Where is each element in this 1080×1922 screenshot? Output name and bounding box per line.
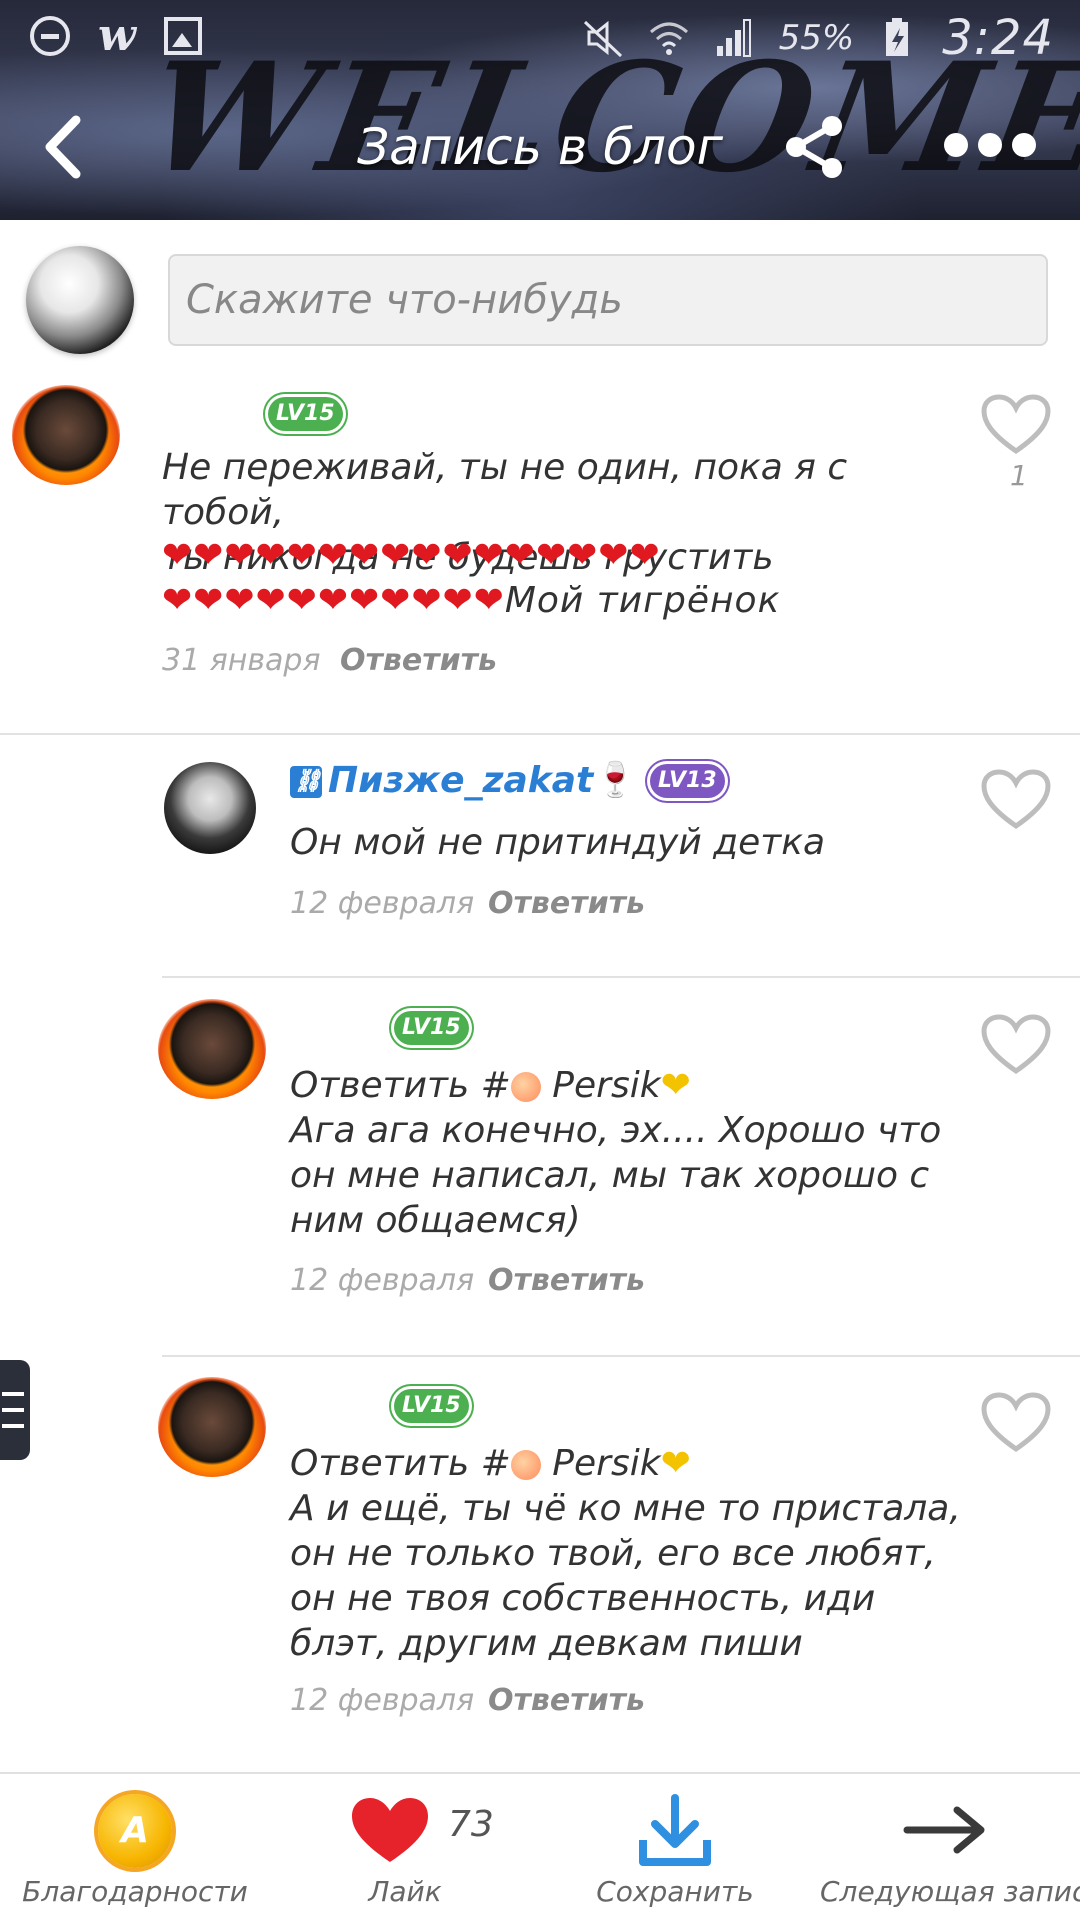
- do-not-disturb-icon: [30, 16, 70, 56]
- reply-link[interactable]: Ответить: [488, 886, 645, 921]
- level-badge: LV15: [394, 1011, 469, 1045]
- comment-text: А и ещё, ты чё ко мне то пристала, он не…: [290, 1488, 961, 1664]
- chain-icon: [290, 766, 322, 798]
- heart-outline-icon[interactable]: [980, 1391, 1052, 1455]
- more-options-icon[interactable]: [944, 133, 1036, 157]
- clock: 3:24: [942, 10, 1054, 66]
- comment-text: Ага ага конечно, эх.... Хорошо что он мн…: [290, 1110, 942, 1241]
- like-button[interactable]: 73 Лайк: [290, 1774, 520, 1922]
- comment-item: LV15 1 Не переживай, ты не один, пока я …: [0, 375, 1080, 735]
- comment-date: 12 февраля: [290, 1263, 475, 1298]
- reply-link[interactable]: Ответить: [488, 1683, 645, 1718]
- wifi-icon: [649, 22, 688, 55]
- hearts-emoji-row: ❤❤❤❤❤❤❤❤❤❤❤❤❤❤❤❤: [162, 535, 661, 576]
- comment-date: 12 февраля: [290, 886, 475, 921]
- divider: [162, 1355, 1080, 1357]
- peach-icon: [510, 1450, 541, 1480]
- download-icon: [639, 1794, 711, 1866]
- like-count: 1: [1010, 459, 1028, 492]
- divider: [0, 733, 1080, 735]
- header: WELCOME w 55% 3:24 Запись в блог: [0, 0, 1080, 220]
- avatar[interactable]: [164, 762, 256, 854]
- save-label: Сохранить: [596, 1875, 754, 1908]
- heart-outline-icon[interactable]: [980, 1013, 1052, 1077]
- battery-percent: 55%: [778, 18, 855, 58]
- thanks-label: Благодарности: [22, 1875, 248, 1908]
- comment-text: Он мой не притиндуй детка: [290, 822, 826, 863]
- reply-link[interactable]: Ответить: [488, 1263, 645, 1298]
- avatar[interactable]: [158, 1377, 266, 1477]
- level-badge: LV15: [394, 1389, 469, 1423]
- heart-filled-icon: [352, 1798, 428, 1862]
- save-button[interactable]: Сохранить: [560, 1774, 790, 1922]
- next-post-button[interactable]: Следующая запись: [820, 1774, 1080, 1922]
- comment-item: LV15 Ответить # Persik❤ Ага ага конечно,…: [0, 985, 1080, 1355]
- page-title: Запись в блог: [357, 118, 723, 176]
- comment-date: 12 февраля: [290, 1683, 475, 1718]
- comment-input[interactable]: Скажите что-нибудь: [168, 254, 1048, 346]
- reply-to-line: Ответить # Persik❤: [290, 1443, 691, 1484]
- mute-icon: [583, 20, 622, 58]
- avatar[interactable]: [26, 246, 134, 354]
- yellow-heart-icon: ❤: [660, 1443, 691, 1484]
- comment-tail-text: Мой тигрёнок: [504, 580, 781, 621]
- reply-to-name[interactable]: Persik: [552, 1065, 660, 1106]
- hearts-emoji-row: ❤❤❤❤❤❤❤❤❤❤❤Мой тигрёнок: [162, 580, 781, 621]
- side-menu-tab[interactable]: [0, 1360, 30, 1460]
- wine-glass-icon: 🍷: [594, 760, 637, 800]
- level-badge: LV13: [650, 764, 725, 798]
- back-arrow-icon[interactable]: [38, 112, 88, 182]
- peach-icon: [510, 1072, 541, 1102]
- next-post-label: Следующая запись: [820, 1875, 1080, 1908]
- battery-charging-icon: [886, 18, 909, 56]
- like-label: Лайк: [368, 1875, 442, 1908]
- like-count: 73: [448, 1804, 494, 1845]
- w-app-icon: w: [98, 10, 136, 61]
- bottom-action-bar: A Благодарности 73 Лайк Сохранить Следую…: [0, 1772, 1080, 1922]
- reply-link[interactable]: Ответить: [340, 643, 497, 678]
- coin-icon: A: [98, 1794, 172, 1868]
- arrow-right-icon: [903, 1806, 985, 1854]
- comment-item: LV15 Ответить # Persik❤ А и ещё, ты чё к…: [0, 1363, 1080, 1768]
- level-badge: LV15: [268, 397, 343, 431]
- comment-composer: Скажите что-нибудь: [0, 220, 1080, 370]
- divider: [162, 976, 1080, 978]
- status-bar: w 55% 3:24: [0, 0, 1080, 80]
- yellow-heart-icon: ❤: [660, 1065, 691, 1106]
- avatar[interactable]: [12, 385, 120, 485]
- image-icon: [163, 17, 202, 55]
- heart-outline-icon[interactable]: [980, 393, 1052, 457]
- comment-item: Пизже_zakat 🍷 LV13 Он мой не притиндуй д…: [0, 740, 1080, 975]
- reply-to-line: Ответить # Persik❤: [290, 1065, 691, 1106]
- heart-outline-icon[interactable]: [980, 768, 1052, 832]
- comment-author[interactable]: Пизже_zakat: [290, 760, 593, 801]
- thanks-button[interactable]: A Благодарности: [20, 1774, 250, 1922]
- avatar[interactable]: [158, 999, 266, 1099]
- reply-to-name[interactable]: Persik: [552, 1443, 660, 1484]
- signal-icon: [716, 19, 751, 57]
- comment-date: 31 января: [162, 643, 321, 678]
- share-icon[interactable]: [780, 112, 850, 182]
